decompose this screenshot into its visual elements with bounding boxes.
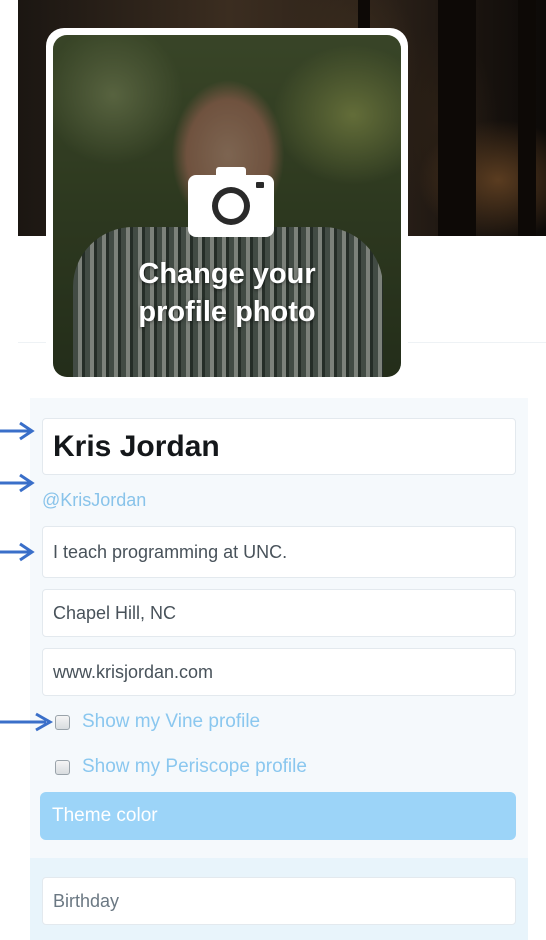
change-photo-label: Change your profile photo <box>53 255 401 331</box>
birthday-field[interactable]: Birthday <box>42 877 516 925</box>
theme-color-button[interactable]: Theme color <box>40 792 516 840</box>
arrow-right-icon <box>0 421 35 441</box>
periscope-profile-label[interactable]: Show my Periscope profile <box>82 756 307 778</box>
username-handle: @KrisJordan <box>42 490 147 510</box>
name-field[interactable]: Kris Jordan <box>42 418 516 475</box>
website-field[interactable]: www.krisjordan.com <box>42 648 516 696</box>
arrow-right-icon <box>0 473 35 493</box>
avatar-photo: Change your profile photo <box>53 35 401 377</box>
arrow-right-icon <box>0 542 35 562</box>
arrow-right-icon <box>0 712 54 732</box>
location-field[interactable]: Chapel Hill, NC <box>42 589 516 637</box>
theme-color-label: Theme color <box>52 805 158 826</box>
camera-icon <box>188 167 274 237</box>
periscope-profile-checkbox[interactable] <box>55 759 70 775</box>
bio-field[interactable]: I teach programming at UNC. <box>42 526 516 578</box>
vine-profile-checkbox[interactable] <box>55 714 70 730</box>
change-photo-line1: Change your <box>138 258 316 290</box>
vine-profile-label[interactable]: Show my Vine profile <box>82 711 260 733</box>
periscope-profile-option[interactable]: Show my Periscope profile <box>55 756 307 778</box>
vine-profile-option[interactable]: Show my Vine profile <box>55 711 260 733</box>
change-photo-line2: profile photo <box>138 296 316 328</box>
profile-avatar[interactable]: Change your profile photo <box>46 28 408 384</box>
